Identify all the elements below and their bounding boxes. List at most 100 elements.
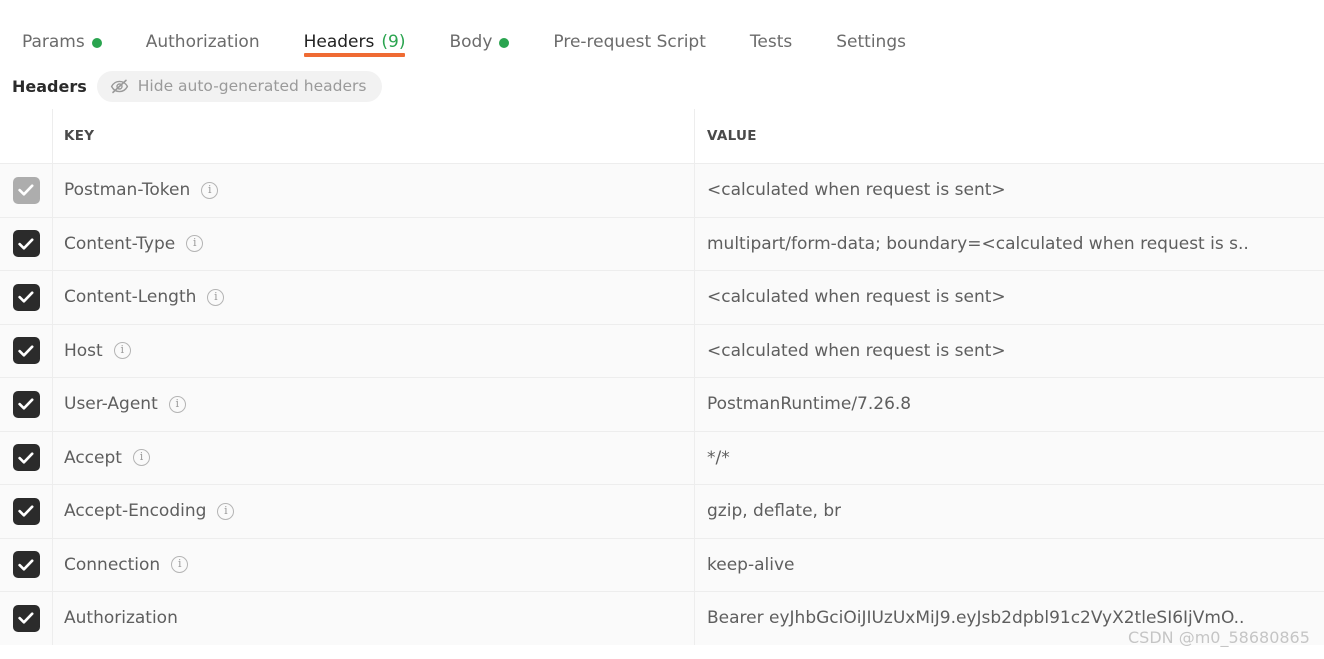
header-value-cell[interactable]: <calculated when request is sent> <box>695 271 1324 324</box>
row-check-cell <box>0 271 53 324</box>
header-value-cell[interactable]: <calculated when request is sent> <box>695 325 1324 378</box>
row-check-cell <box>0 324 53 377</box>
info-icon[interactable]: i <box>201 181 219 199</box>
table-row: Content-Type i multipart/form-data; bounda… <box>0 216 1324 271</box>
table-row: Connection i keep-alive <box>0 537 1324 592</box>
header-key-text: Connection <box>64 554 161 575</box>
eye-slash-icon <box>110 79 129 94</box>
info-icon[interactable]: i <box>217 502 235 520</box>
header-value-cell: VALUE <box>695 109 1324 163</box>
info-icon[interactable]: i <box>186 235 204 253</box>
header-value-cell[interactable]: multipart/form-data; boundary=<calculate… <box>695 218 1324 271</box>
header-value-text: <calculated when request is sent> <box>707 180 1006 201</box>
header-value-cell[interactable]: keep-alive <box>695 539 1324 592</box>
row-check-cell <box>0 217 53 270</box>
row-check-cell <box>0 592 53 645</box>
header-key-text: Authorization <box>64 608 178 629</box>
headers-subheader: Headers Hide auto-generated headers <box>0 63 1324 109</box>
tab-label: Tests <box>749 32 793 52</box>
headers-section-title: Headers <box>12 76 87 96</box>
headers-table: KEY VALUE Postman-Token i <calculated when… <box>0 109 1324 645</box>
header-key-cell[interactable]: Host i <box>53 324 695 377</box>
request-tabs: Params Authorization Headers (9) Body Pre-req… <box>0 0 1324 63</box>
header-enabled-checkbox[interactable] <box>12 444 40 472</box>
row-check-cell <box>0 431 53 484</box>
header-key-cell: KEY <box>53 109 695 163</box>
header-key-cell[interactable]: Content-Length i <box>53 271 695 324</box>
tab-label: Pre-request Script <box>553 32 706 52</box>
header-enabled-checkbox[interactable] <box>12 337 40 365</box>
header-key-cell[interactable]: Postman-Token i <box>53 164 695 217</box>
column-header-value: VALUE <box>707 128 757 144</box>
info-icon[interactable]: i <box>207 288 225 306</box>
tab-settings[interactable]: Settings <box>814 0 928 63</box>
header-key-cell[interactable]: Accept-Encoding i <box>53 485 695 538</box>
header-key-cell[interactable]: Connection i <box>53 538 695 591</box>
header-value-text: keep-alive <box>707 554 795 575</box>
header-enabled-checkbox[interactable] <box>12 230 40 258</box>
header-value-text: <calculated when request is sent> <box>707 340 1006 361</box>
tab-modified-dot-icon <box>91 38 102 48</box>
header-value-cell[interactable]: <calculated when request is sent> <box>695 164 1324 217</box>
tab-label: Params <box>22 32 85 52</box>
tab-label: Body <box>449 32 493 52</box>
header-key-text: User-Agent <box>64 394 158 415</box>
header-value-text: */* <box>707 447 730 468</box>
header-key-text: Content-Type <box>64 233 176 254</box>
table-row: Accept i */* <box>0 430 1324 485</box>
header-value-text: <calculated when request is sent> <box>707 287 1006 308</box>
header-key-cell[interactable]: User-Agent i <box>53 378 695 431</box>
header-value-cell[interactable]: PostmanRuntime/7.26.8 <box>695 378 1324 431</box>
headers-panel: Params Authorization Headers (9) Body Pre-req… <box>0 0 1324 659</box>
row-check-cell <box>0 485 53 538</box>
row-check-cell <box>0 538 53 591</box>
header-enabled-checkbox[interactable] <box>12 497 40 525</box>
tab-authorization[interactable]: Authorization <box>124 0 282 63</box>
header-enabled-checkbox[interactable] <box>12 604 40 632</box>
table-row: Host i <calculated when request is sent> <box>0 323 1324 378</box>
tab-label: Authorization <box>145 32 260 52</box>
tab-label: Headers <box>303 32 375 52</box>
header-key-text: Postman-Token <box>64 180 191 201</box>
header-key-cell[interactable]: Authorization <box>53 592 695 645</box>
header-value-text: Bearer eyJhbGciOiJIUzUxMiJ9.eyJsb2dpbl91… <box>707 608 1245 629</box>
table-row: Content-Length i <calculated when request … <box>0 270 1324 324</box>
header-check-cell <box>0 109 53 163</box>
header-value-cell[interactable]: Bearer eyJhbGciOiJIUzUxMiJ9.eyJsb2dpbl91… <box>695 592 1324 645</box>
table-row: Accept-Encoding i gzip, deflate, br <box>0 484 1324 538</box>
header-key-text: Accept <box>64 447 122 468</box>
header-value-text: PostmanRuntime/7.26.8 <box>707 394 912 415</box>
table-row: Authorization Bearer eyJhbGciOiJIUzUxMiJ9… <box>0 591 1324 645</box>
header-value-text: gzip, deflate, br <box>707 501 842 522</box>
tab-label: Settings <box>836 32 906 52</box>
hide-auto-generated-headers-button[interactable]: Hide auto-generated headers <box>96 70 383 102</box>
info-icon[interactable]: i <box>171 556 189 574</box>
tab-pre-request-script[interactable]: Pre-request Script <box>531 0 728 63</box>
table-row: User-Agent i PostmanRuntime/7.26.8 <box>0 377 1324 431</box>
info-icon[interactable]: i <box>113 342 131 360</box>
header-key-cell[interactable]: Content-Type i <box>53 217 695 270</box>
header-value-cell[interactable]: gzip, deflate, br <box>695 485 1324 538</box>
tab-headers[interactable]: Headers (9) <box>282 0 428 63</box>
info-icon[interactable]: i <box>168 395 186 413</box>
tab-count-badge: (9) <box>381 32 406 52</box>
tab-modified-dot-icon <box>499 38 510 48</box>
table-row: Postman-Token i <calculated when request i… <box>0 163 1324 217</box>
header-enabled-checkbox[interactable] <box>12 390 40 418</box>
info-icon[interactable]: i <box>132 449 150 467</box>
header-value-text: multipart/form-data; boundary=<calculate… <box>707 233 1249 254</box>
header-key-cell[interactable]: Accept i <box>53 431 695 484</box>
header-enabled-checkbox[interactable] <box>12 551 40 579</box>
row-check-cell <box>0 164 53 217</box>
column-header-key: KEY <box>64 128 95 144</box>
tab-body[interactable]: Body <box>427 0 531 63</box>
header-enabled-checkbox[interactable] <box>12 283 40 311</box>
row-check-cell <box>0 378 53 431</box>
header-key-text: Content-Length <box>64 287 197 308</box>
tab-params[interactable]: Params <box>0 0 124 63</box>
header-value-cell[interactable]: */* <box>695 432 1324 485</box>
tab-tests[interactable]: Tests <box>728 0 814 63</box>
hide-auto-generated-headers-label: Hide auto-generated headers <box>137 77 367 95</box>
header-key-text: Host <box>64 340 103 361</box>
header-key-text: Accept-Encoding <box>64 501 207 522</box>
